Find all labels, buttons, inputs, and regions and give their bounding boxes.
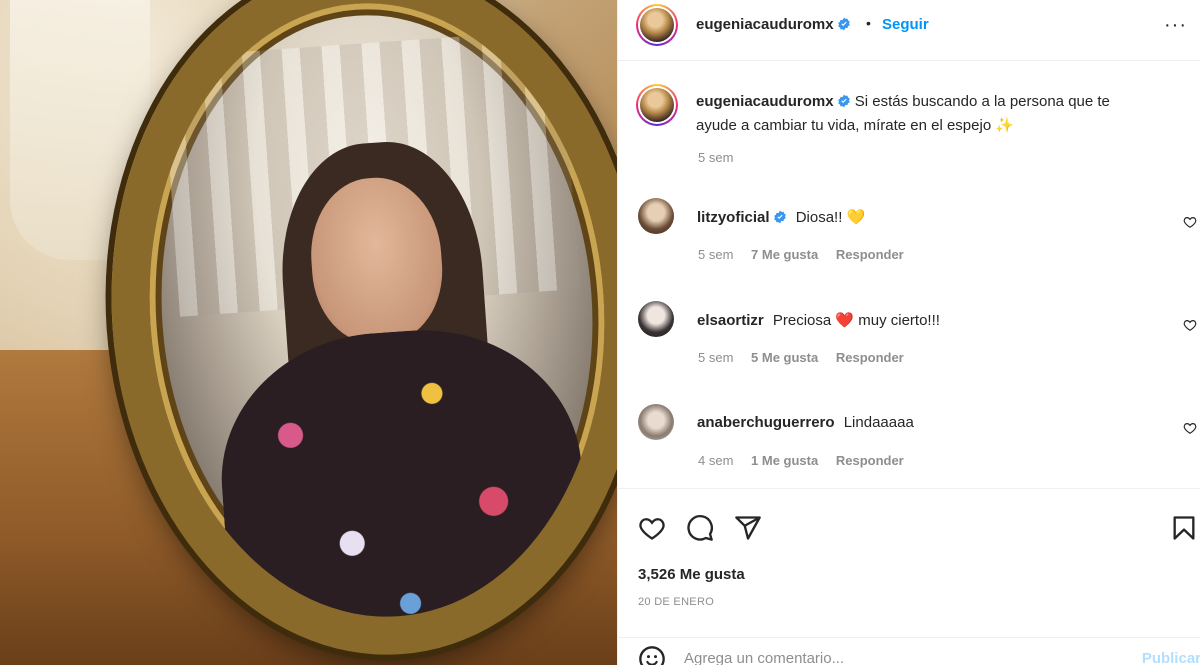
verified-badge-icon bbox=[837, 94, 850, 108]
reply-button[interactable]: Responder bbox=[836, 453, 904, 468]
caption-time: 5 sem bbox=[698, 150, 734, 165]
comment-heart-icon[interactable] bbox=[1183, 318, 1197, 332]
comment-username[interactable]: elsaortizr bbox=[697, 312, 764, 329]
comment-item: elsaortizr Preciosa ❤️ muy cierto!!! 5 s… bbox=[618, 301, 1200, 365]
comment-time: 5 sem bbox=[698, 350, 734, 365]
author-avatar[interactable] bbox=[636, 4, 678, 46]
follow-button[interactable]: Seguir bbox=[882, 16, 929, 33]
verified-badge-icon bbox=[773, 210, 786, 224]
comment-text: anaberchuguerrero Lindaaaaa bbox=[697, 414, 914, 431]
comment-item: litzyoficial Diosa!! 💛 5 sem 7 Me gusta … bbox=[618, 198, 1200, 262]
comment-username[interactable]: litzyoficial bbox=[697, 209, 787, 226]
reply-button[interactable]: Responder bbox=[836, 350, 904, 365]
comment-username[interactable]: anaberchuguerrero bbox=[697, 414, 835, 431]
likes-count[interactable]: 3,526 Me gusta bbox=[638, 566, 745, 583]
verified-badge-icon bbox=[837, 17, 850, 31]
comment-likes[interactable]: 7 Me gusta bbox=[751, 247, 818, 262]
comment-composer: Publicar bbox=[618, 637, 1200, 665]
reply-button[interactable]: Responder bbox=[836, 247, 904, 262]
post-side-panel: eugeniacauduromx • Seguir ··· eugeniacau… bbox=[617, 0, 1200, 665]
more-icon[interactable]: ··· bbox=[1164, 14, 1187, 37]
comment-meta: 5 sem 5 Me gusta Responder bbox=[698, 350, 918, 365]
comment-likes[interactable]: 1 Me gusta bbox=[751, 453, 818, 468]
comment-text: litzyoficial Diosa!! 💛 bbox=[697, 208, 865, 226]
header-separator: • bbox=[866, 15, 871, 31]
comment-text: elsaortizr Preciosa ❤️ muy cierto!!! bbox=[697, 311, 940, 329]
emoji-icon[interactable] bbox=[638, 645, 666, 665]
comment-avatar[interactable] bbox=[638, 404, 674, 440]
comment-time: 4 sem bbox=[698, 453, 734, 468]
caption-avatar[interactable] bbox=[636, 84, 678, 126]
post-photo[interactable] bbox=[0, 0, 617, 665]
share-icon[interactable] bbox=[734, 514, 762, 542]
post-actions: 3,526 Me gusta 20 DE ENERO Publicar bbox=[618, 488, 1200, 665]
comment-avatar[interactable] bbox=[638, 301, 674, 337]
comment-meta: 4 sem 1 Me gusta Responder bbox=[698, 453, 918, 468]
author-username[interactable]: eugeniacauduromx bbox=[696, 16, 851, 33]
comment-icon[interactable] bbox=[686, 514, 714, 542]
comment-heart-icon[interactable] bbox=[1183, 421, 1197, 435]
caption-text: eugeniacauduromx Si estás buscando a la … bbox=[696, 90, 1136, 138]
comment-time: 5 sem bbox=[698, 247, 734, 262]
bookmark-icon[interactable] bbox=[1170, 514, 1198, 542]
comment-body: Lindaaaaa bbox=[843, 414, 914, 431]
post-header: eugeniacauduromx • Seguir ··· bbox=[618, 0, 1200, 61]
comment-likes[interactable]: 5 Me gusta bbox=[751, 350, 818, 365]
post-date: 20 DE ENERO bbox=[638, 596, 715, 608]
comment-heart-icon[interactable] bbox=[1183, 215, 1197, 229]
caption-username[interactable]: eugeniacauduromx bbox=[696, 93, 851, 110]
comment-meta: 5 sem 7 Me gusta Responder bbox=[698, 247, 918, 262]
heart-icon[interactable] bbox=[638, 514, 666, 542]
comment-body: Diosa!! 💛 bbox=[795, 209, 866, 226]
publish-button[interactable]: Publicar bbox=[1142, 650, 1200, 665]
comment-avatar[interactable] bbox=[638, 198, 674, 234]
comment-item: anaberchuguerrero Lindaaaaa 4 sem 1 Me g… bbox=[618, 404, 1200, 468]
comment-input[interactable] bbox=[684, 646, 1104, 665]
comment-body: Preciosa ❤️ muy cierto!!! bbox=[772, 312, 940, 329]
